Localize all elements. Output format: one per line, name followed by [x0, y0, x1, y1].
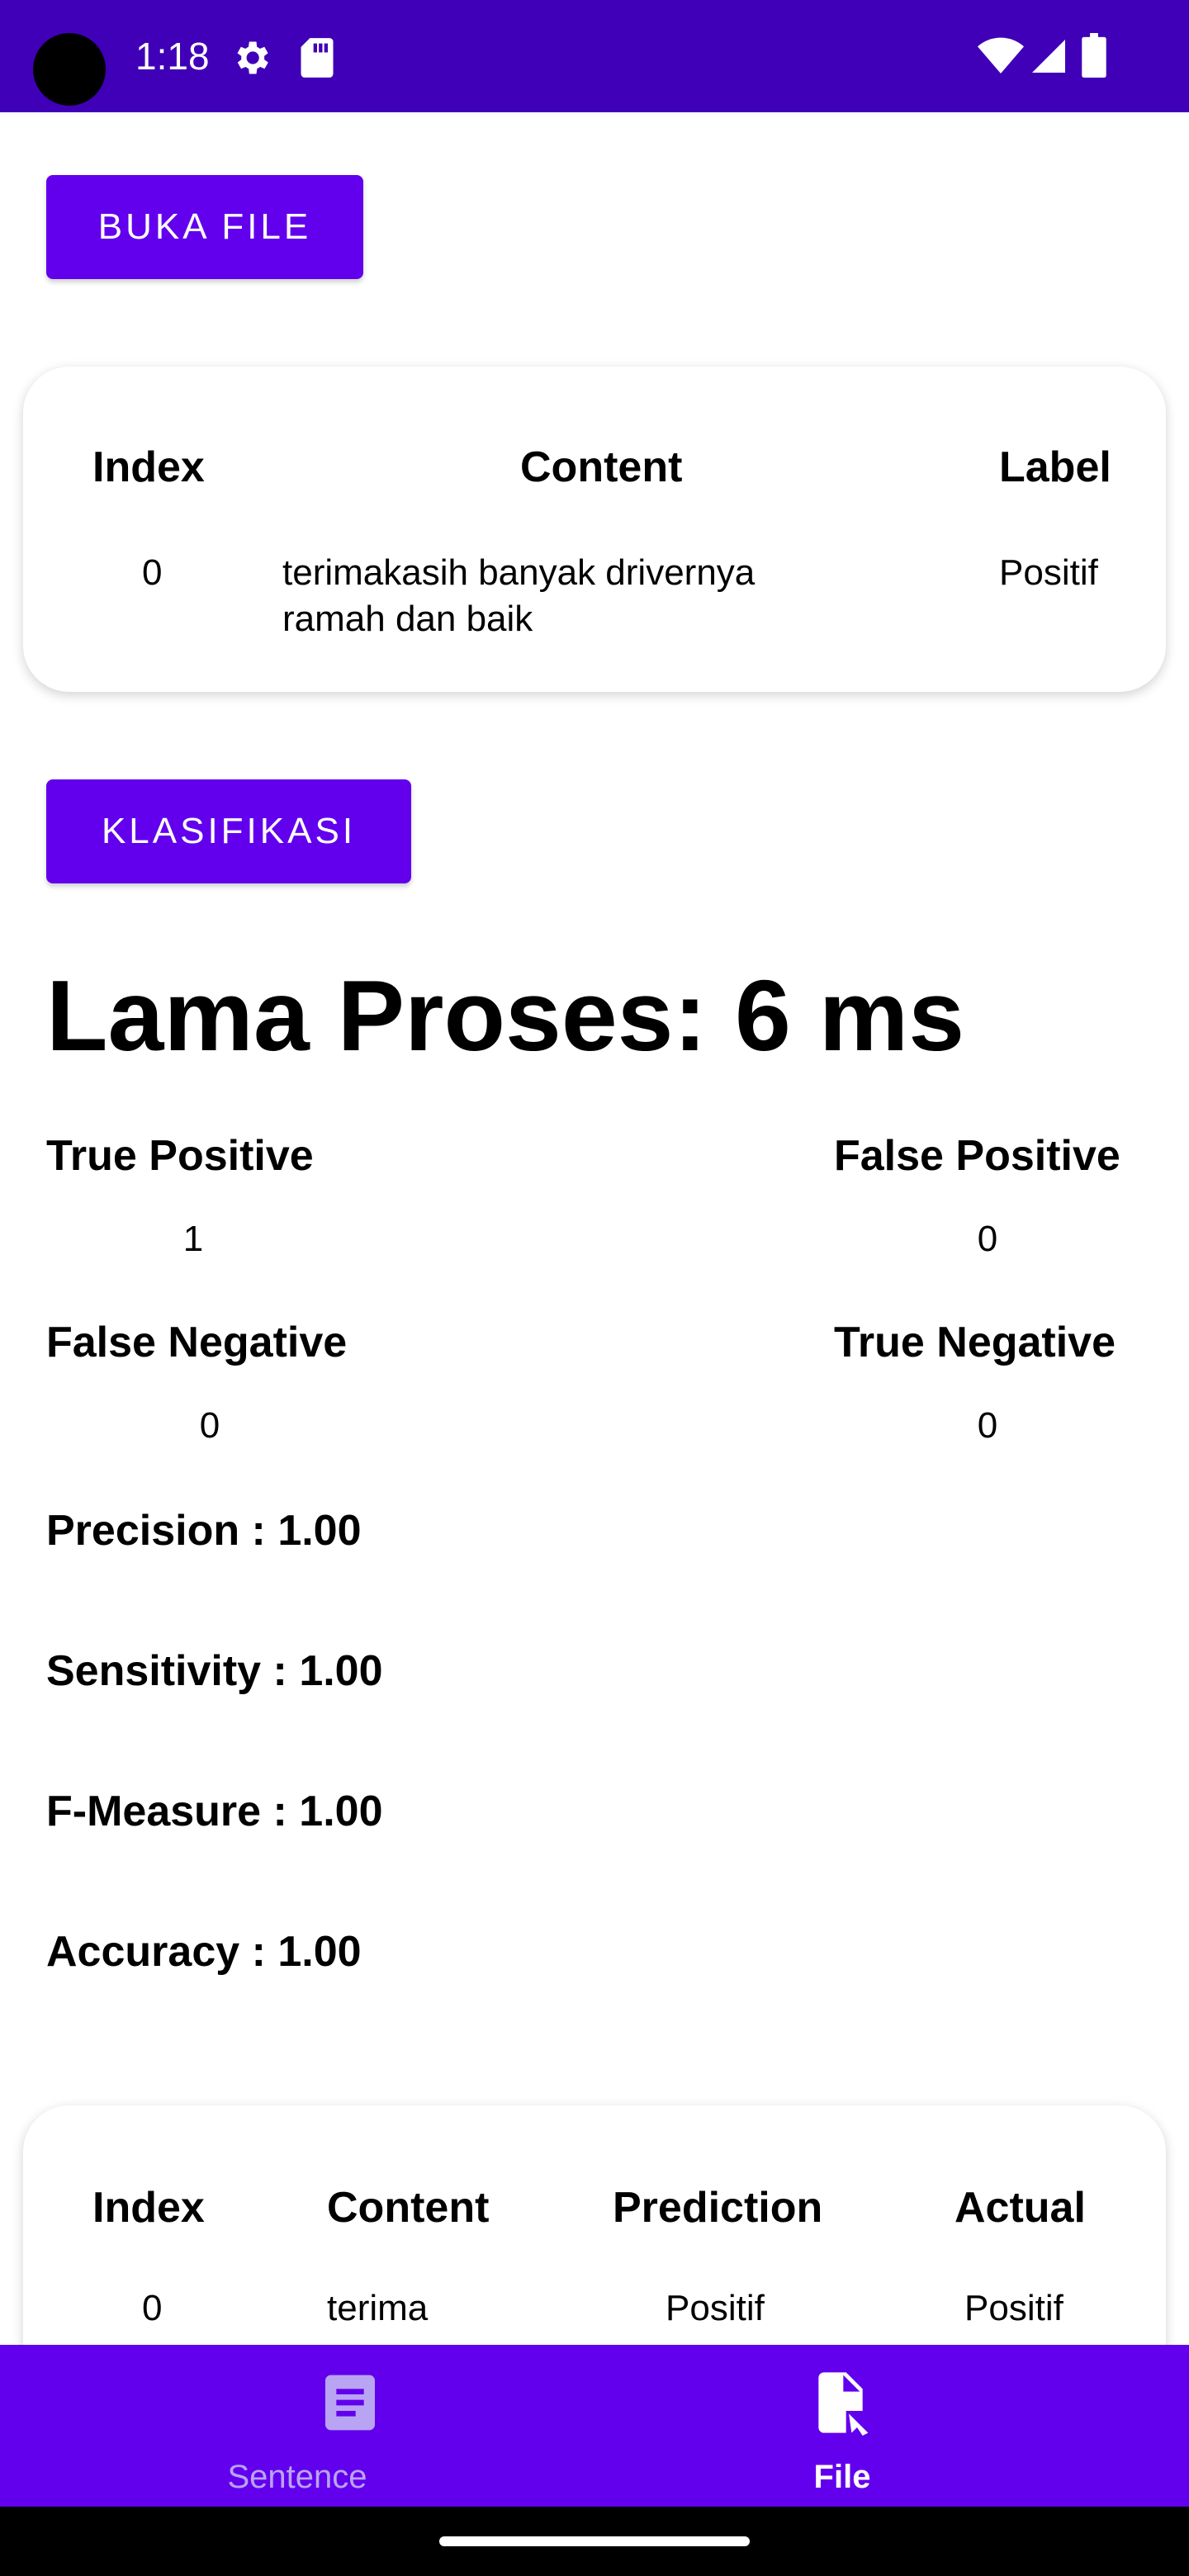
gesture-bar — [0, 2507, 1189, 2576]
input-table-card: Index Content Label 0 terimakasih banyak… — [23, 367, 1166, 692]
klasifikasi-button[interactable]: KLASIFIKASI — [46, 779, 411, 883]
home-gesture-handle[interactable] — [439, 2536, 750, 2546]
document-lines-icon — [325, 2375, 375, 2431]
header-prediction: Prediction — [613, 2184, 823, 2232]
status-bar: 1:18 — [0, 0, 1189, 112]
sensitivity-score: Sensitivity : 1.00 — [46, 1647, 383, 1695]
false-positive-label: False Positive — [834, 1132, 1120, 1180]
true-positive-value: 1 — [182, 1219, 204, 1259]
f-measure-score: F-Measure : 1.00 — [46, 1788, 383, 1835]
sd-card-icon — [301, 38, 334, 78]
header-actual: Actual — [955, 2184, 1086, 2232]
wifi-icon — [978, 37, 1024, 73]
settings-gear-icon — [237, 41, 268, 74]
cell-actual: Positif — [964, 2288, 1063, 2328]
false-positive-value: 0 — [977, 1219, 998, 1259]
cell-content: terima — [327, 2288, 429, 2328]
cellular-signal-icon — [1032, 40, 1065, 73]
nav-label-file: File — [813, 2459, 871, 2495]
cell-content-line1: terimakasih banyak drivernya — [282, 552, 756, 593]
header-content: Content — [520, 443, 683, 491]
cell-index: 0 — [142, 2288, 163, 2328]
precision-score: Precision : 1.00 — [46, 1507, 362, 1555]
header-index: Index — [92, 2184, 205, 2232]
header-content: Content — [327, 2184, 490, 2232]
cell-prediction: Positif — [666, 2288, 765, 2328]
true-negative-value: 0 — [977, 1405, 998, 1446]
cell-index: 0 — [142, 552, 163, 593]
bottom-navigation: Sentence File — [0, 2345, 1189, 2507]
nav-item-file[interactable]: File — [545, 2345, 1139, 2507]
nav-item-sentence[interactable]: Sentence — [0, 2345, 594, 2507]
header-index: Index — [92, 443, 205, 491]
status-time: 1:18 — [135, 35, 210, 78]
buka-file-button[interactable]: BUKA FILE — [46, 175, 363, 279]
accuracy-score: Accuracy : 1.00 — [46, 1928, 362, 1976]
false-negative-value: 0 — [199, 1405, 220, 1446]
camera-cutout — [33, 33, 106, 106]
false-negative-label: False Negative — [46, 1319, 348, 1366]
header-label: Label — [999, 443, 1111, 491]
cell-content-line2: ramah dan baik — [282, 599, 533, 639]
nav-label-sentence: Sentence — [227, 2459, 367, 2495]
file-cursor-icon — [818, 2372, 869, 2436]
battery-icon — [1082, 33, 1106, 78]
cell-label: Positif — [999, 552, 1098, 593]
processing-time-title: Lama Proses: 6 ms — [46, 959, 965, 1072]
true-positive-label: True Positive — [46, 1132, 314, 1180]
true-negative-label: True Negative — [834, 1319, 1116, 1366]
